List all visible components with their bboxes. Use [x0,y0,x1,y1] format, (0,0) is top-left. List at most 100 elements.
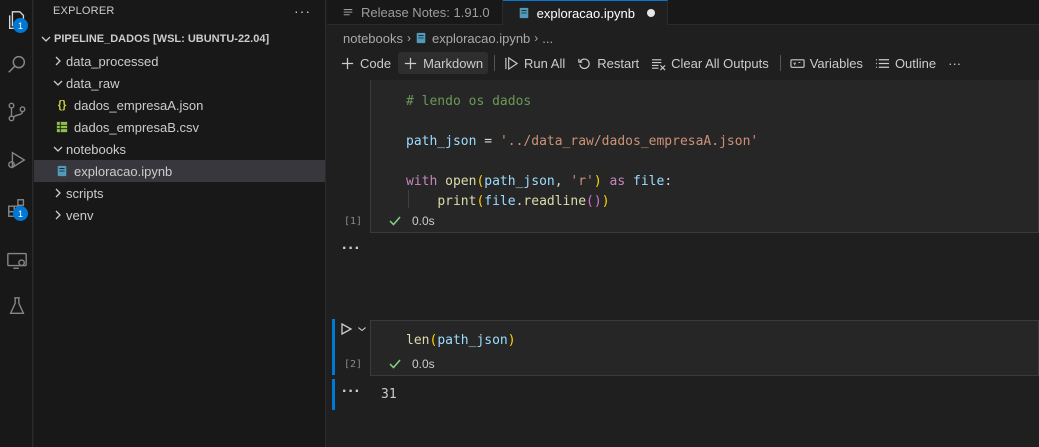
restart-button[interactable]: Restart [572,52,644,74]
explorer-badge: 1 [13,18,28,33]
tree-folder-data-processed[interactable]: data_processed [34,50,325,72]
cell-1-code[interactable]: # lendo os dados path_json = '../data_ra… [406,92,758,212]
cell-2-code[interactable]: len(path_json) [406,331,516,351]
remote-explorer-icon[interactable] [0,240,33,280]
tree-file-dados-empresaA-json[interactable]: {} dados_empresaA.json [34,94,325,116]
add-code-label: Code [360,55,392,71]
check-icon [389,359,401,369]
toolbar-divider [779,55,781,71]
notebook-file-icon [415,32,427,44]
tree-item-label: data_raw [66,75,120,91]
code-token: path_json [437,333,508,348]
explorer-more-button[interactable]: ··· [294,3,311,19]
workspace-root[interactable]: PIPELINE_DADOS [WSL: UBUNTU-22.04] [34,28,325,50]
explorer-sidebar: EXPLORER ··· PIPELINE_DADOS [WSL: UBUNTU… [34,0,326,447]
outline-icon [875,58,889,68]
code-token: path_json [406,134,477,149]
code-token: path_json [484,174,555,189]
cell-1-output-more-button[interactable]: ··· [342,240,361,258]
breadcrumb-folder[interactable]: notebooks [343,31,403,46]
variables-icon [790,58,805,68]
check-icon [389,216,401,226]
breadcrumb-file[interactable]: exploracao.ipynb [432,31,530,46]
tab-label: exploracao.ipynb [536,5,635,21]
code-token: ) [507,333,516,348]
tab-release-notes[interactable]: Release Notes: 1.91.0 [327,0,503,25]
code-token: with [406,174,438,189]
code-token: ) [593,174,602,189]
unsaved-dot-icon[interactable] [646,9,655,17]
cell-1-status: 0.0s [388,214,435,228]
cell-2-time: 0.0s [412,357,435,371]
cell-2-status: 0.0s [388,357,435,371]
csv-file-icon [54,119,70,135]
run-cell-icon[interactable] [339,322,353,336]
code-token: , [554,174,571,189]
notebook-file-icon [517,6,531,20]
outline-button[interactable]: Outline [870,52,941,74]
add-code-cell-button[interactable]: Code [335,52,396,74]
tree-item-label: dados_empresaB.csv [74,119,200,135]
tree-file-dados-empresaB-csv[interactable]: dados_empresaB.csv [34,116,325,138]
chevron-down-icon[interactable] [357,324,367,334]
tree-item-label: venv [66,207,94,223]
workspace-root-label: PIPELINE_DADOS [WSL: UBUNTU-22.04] [54,33,270,45]
activity-bar: 1 1 [0,0,33,447]
editor-area: Release Notes: 1.91.0 exploracao.ipynb n… [327,0,1039,447]
notebook-cell-2[interactable]: len(path_json) [370,320,1039,376]
testing-icon[interactable] [0,286,33,326]
tree-item-label: data_processed [66,53,159,69]
code-token: ) [601,194,610,209]
code-token: file [633,174,665,189]
toolbar-divider [494,55,496,71]
code-token: : [664,174,673,189]
tree-item-label: exploracao.ipynb [74,163,173,179]
run-all-button[interactable]: Run All [499,52,570,74]
tree-folder-data-raw[interactable]: data_raw [34,72,325,94]
tree-folder-venv[interactable]: venv [34,204,325,226]
add-markdown-label: Markdown [423,55,484,71]
plus-icon [404,57,417,69]
explorer-icon[interactable]: 1 [0,0,33,40]
cell-2-exec-count: [2] [344,359,363,370]
tab-exploracao-ipynb[interactable]: exploracao.ipynb [502,0,668,25]
tree-folder-notebooks[interactable]: notebooks [34,138,325,160]
document-icon [341,6,355,20]
tree-file-exploracao-ipynb[interactable]: exploracao.ipynb [34,160,325,182]
source-control-icon[interactable] [0,92,33,132]
clear-outputs-button[interactable]: Clear All Outputs [646,52,774,74]
code-token: readline [523,194,587,209]
variables-button[interactable]: Variables [785,52,868,74]
search-icon[interactable] [0,44,33,84]
more-label: ··· [948,55,962,71]
chevron-right-icon: › [407,31,411,45]
run-debug-icon[interactable] [0,140,33,180]
tree-item-label: scripts [66,185,104,201]
cell-2-output-more-button[interactable]: ··· [342,383,361,401]
indent-guide [408,190,409,208]
cell-1-time: 0.0s [412,214,435,228]
json-file-icon: {} [57,99,67,111]
extensions-badge: 1 [13,206,28,221]
code-token: len [406,333,430,348]
cell-1-exec-count: [1] [344,216,363,227]
code-token: print [437,194,477,209]
code-comment: # lendo os dados [406,94,532,109]
chevron-right-icon: › [534,31,539,45]
breadcrumb-more[interactable]: ... [542,31,553,46]
tab-label: Release Notes: 1.91.0 [361,5,490,20]
notebook-cell-1[interactable]: # lendo os dados path_json = '../data_ra… [370,80,1039,233]
code-token: open [445,174,477,189]
add-markdown-cell-button[interactable]: Markdown [398,52,489,74]
tree-folder-scripts[interactable]: scripts [34,182,325,204]
chevron-down-icon [38,31,54,47]
code-token: '../data_raw/dados_empresaA.json' [499,134,759,149]
chevron-down-icon [50,75,66,91]
variables-label: Variables [809,55,863,71]
chevron-right-icon [50,53,66,69]
outline-label: Outline [894,55,937,71]
notebook-toolbar: Code Markdown Run All Restart Clear All … [327,51,1039,75]
toolbar-more-button[interactable]: ··· [943,52,966,74]
extensions-icon[interactable]: 1 [0,188,33,228]
clear-all-icon [652,58,666,70]
